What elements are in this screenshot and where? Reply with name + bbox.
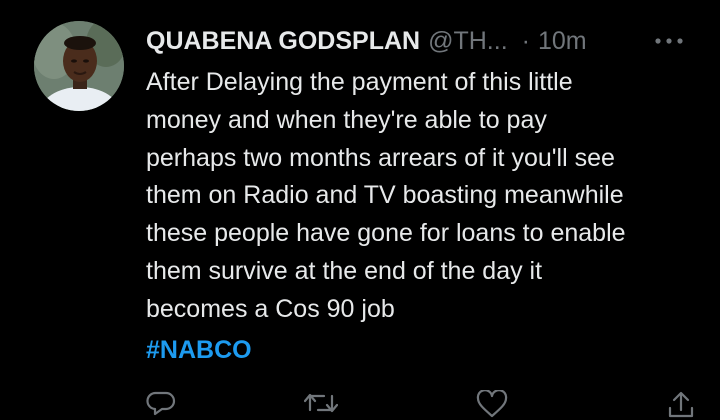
like-button[interactable] [476,390,508,418]
tweet-header: QUABENA GODSPLAN @TH... · 10m [146,26,587,56]
heart-icon [476,390,508,418]
display-name[interactable]: QUABENA GODSPLAN [146,26,420,56]
timestamp[interactable]: 10m [538,26,587,56]
tweet-text: After Delaying the payment of this littl… [146,68,626,323]
share-button[interactable] [666,390,696,420]
retweet-button[interactable] [304,390,338,416]
tweet-actions [146,390,706,420]
reply-icon [146,391,176,416]
avatar-photo [34,21,124,111]
more-horizontal-icon [655,38,683,44]
avatar[interactable] [34,21,124,111]
more-options-button[interactable] [652,30,686,52]
reply-button[interactable] [146,390,176,416]
tweet-card[interactable]: QUABENA GODSPLAN @TH... · 10m After Dela… [0,0,720,418]
user-handle[interactable]: @TH... [428,26,508,56]
header-separator: · [521,27,530,55]
share-icon [668,391,694,418]
retweet-icon [304,393,338,413]
hashtag-link[interactable]: #NABCO [146,332,252,370]
